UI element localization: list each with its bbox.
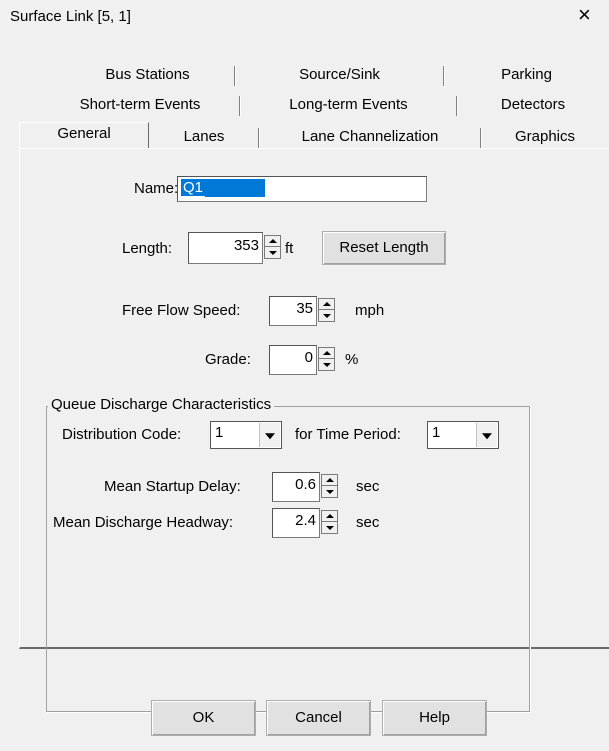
- help-button[interactable]: Help: [382, 700, 487, 736]
- name-input[interactable]: Q1: [177, 176, 427, 202]
- length-input[interactable]: 353: [188, 232, 263, 264]
- grade-unit: %: [345, 351, 359, 368]
- reset-length-button[interactable]: Reset Length: [322, 231, 446, 265]
- tab-label: Lanes: [183, 128, 225, 145]
- spin-up-icon[interactable]: [265, 236, 280, 247]
- tab-label: Source/Sink: [299, 66, 380, 83]
- spin-down-icon[interactable]: [322, 522, 337, 533]
- length-label: Length:: [122, 240, 173, 257]
- tab-label: General: [57, 125, 111, 142]
- free-flow-speed-spinner[interactable]: [318, 298, 335, 322]
- discharge-headway-unit: sec: [356, 514, 380, 531]
- tab-general[interactable]: General: [19, 122, 149, 148]
- tab-label: Detectors: [500, 96, 566, 113]
- tab-label: Bus Stations: [105, 66, 190, 83]
- tab-label: Parking: [501, 66, 552, 83]
- grade-input[interactable]: 0: [269, 345, 317, 375]
- ok-button[interactable]: OK: [151, 700, 256, 736]
- spin-down-icon[interactable]: [319, 359, 334, 370]
- discharge-headway-label: Mean Discharge Headway:: [53, 514, 234, 531]
- name-label: Name:: [134, 180, 179, 197]
- grade-label: Grade:: [205, 351, 251, 368]
- spin-down-icon[interactable]: [319, 310, 334, 321]
- distribution-code-label: Distribution Code:: [62, 426, 182, 443]
- free-flow-speed-unit: mph: [355, 302, 385, 319]
- time-period-label: for Time Period:: [295, 426, 401, 443]
- tab-detectors[interactable]: Detectors: [457, 94, 609, 117]
- discharge-headway-spinner[interactable]: [321, 510, 338, 534]
- close-icon[interactable]: ×: [578, 4, 591, 26]
- tab-graphics[interactable]: Graphics: [481, 126, 609, 149]
- startup-delay-input[interactable]: 0.6: [272, 472, 320, 502]
- name-value: Q1: [181, 179, 206, 196]
- length-spinner[interactable]: [264, 235, 281, 259]
- selection-highlight: [205, 179, 266, 198]
- distribution-code-select[interactable]: 1: [210, 421, 282, 449]
- tab-label: Short-term Events: [79, 96, 201, 113]
- grade-spinner[interactable]: [318, 347, 335, 371]
- tab-short-term-events[interactable]: Short-term Events: [40, 94, 240, 117]
- discharge-headway-input[interactable]: 2.4: [272, 508, 320, 538]
- length-unit: ft: [285, 240, 294, 257]
- tab-parking[interactable]: Parking: [444, 64, 609, 87]
- tab-source-sink[interactable]: Source/Sink: [235, 64, 444, 87]
- tab-lanes[interactable]: Lanes: [149, 126, 259, 149]
- time-period-select[interactable]: 1: [427, 421, 499, 449]
- queue-discharge-group: [46, 406, 530, 712]
- tab-label: Lane Channelization: [301, 128, 439, 145]
- startup-delay-unit: sec: [356, 478, 380, 495]
- time-period-value: 1: [432, 424, 441, 441]
- tab-bus-stations[interactable]: Bus Stations: [60, 64, 235, 87]
- spin-down-icon[interactable]: [322, 486, 337, 497]
- startup-delay-spinner[interactable]: [321, 474, 338, 498]
- window-title: Surface Link [5, 1]: [10, 8, 131, 25]
- spin-up-icon[interactable]: [319, 348, 334, 359]
- distribution-code-value: 1: [215, 424, 224, 441]
- spin-up-icon[interactable]: [319, 299, 334, 310]
- cancel-button[interactable]: Cancel: [266, 700, 371, 736]
- chevron-down-icon[interactable]: [476, 423, 497, 447]
- spin-up-icon[interactable]: [322, 511, 337, 522]
- chevron-down-icon[interactable]: [259, 423, 280, 447]
- spin-up-icon[interactable]: [322, 475, 337, 486]
- free-flow-speed-input[interactable]: 35: [269, 296, 317, 326]
- spin-down-icon[interactable]: [265, 247, 280, 258]
- tab-label: Long-term Events: [289, 96, 408, 113]
- tab-label: Graphics: [514, 128, 576, 145]
- free-flow-speed-label: Free Flow Speed:: [122, 302, 241, 319]
- tab-lane-channelization[interactable]: Lane Channelization: [259, 126, 481, 149]
- tab-long-term-events[interactable]: Long-term Events: [240, 94, 457, 117]
- startup-delay-label: Mean Startup Delay:: [104, 478, 241, 495]
- queue-discharge-title: Queue Discharge Characteristics: [48, 396, 275, 413]
